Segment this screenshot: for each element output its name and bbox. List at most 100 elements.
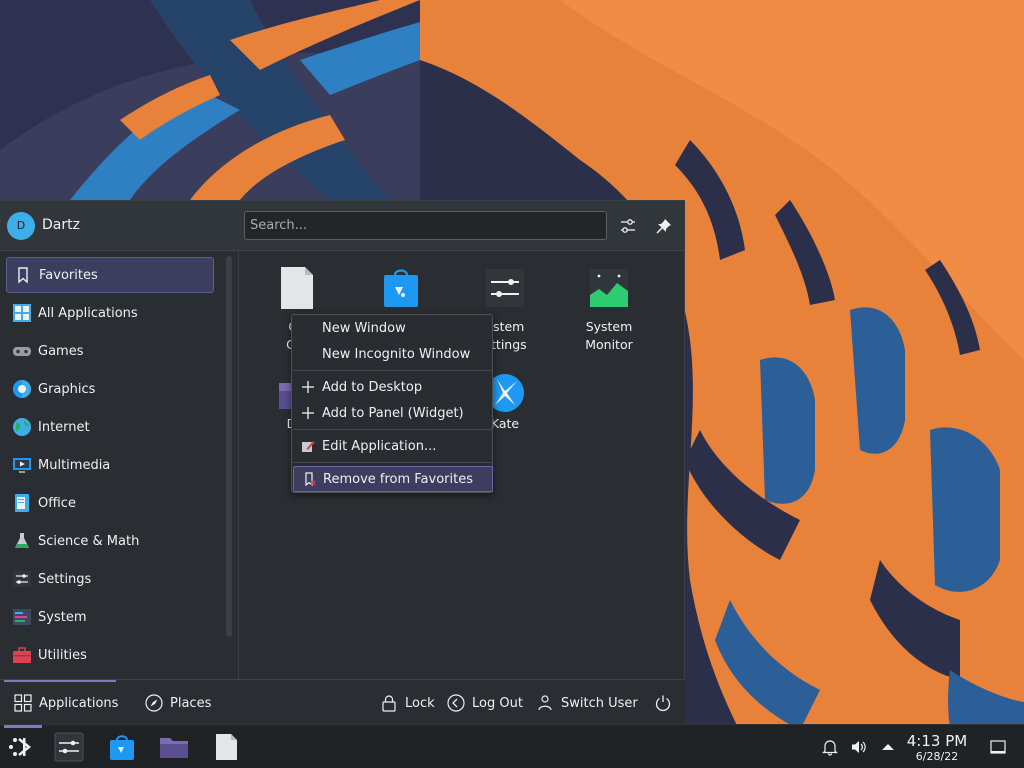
launcher-header: D Dartz [0,201,685,251]
tab-label: Applications [39,695,119,711]
app-label-line: Monitor [585,337,633,352]
application-launcher-button[interactable] [6,731,38,763]
menu-item-label: Remove from Favorites [323,471,473,487]
folder-icon [160,738,188,758]
tab-places[interactable]: Places [145,692,211,714]
search-input[interactable] [244,211,607,240]
menu-item-new-incognito-window[interactable]: New Incognito Window [293,341,493,367]
lock-button[interactable]: Lock [380,692,435,714]
document-icon [277,265,317,311]
sidebar-item-label: Settings [38,571,92,587]
system-monitor-icon [589,265,629,311]
document-icon [216,734,237,760]
taskbar-system-settings[interactable] [53,731,85,763]
sidebar-scrollbar[interactable] [226,256,232,637]
menu-separator [293,370,493,371]
menu-item-new-window[interactable]: New Window [293,315,493,341]
multimedia-icon [11,454,33,476]
taskbar-document[interactable] [210,731,242,763]
taskbar-file-manager[interactable] [158,731,190,763]
sidebar-item-label: Office [38,495,76,511]
avatar[interactable]: D [7,212,35,240]
expand-up-icon [882,744,894,750]
switch-user-button[interactable]: Switch User [536,692,638,714]
volume-icon [852,741,866,753]
sidebar-item-settings[interactable]: Settings [6,561,214,597]
remove-icon [294,472,323,486]
sidebar-item-label: System [38,609,87,625]
sidebar-item-label: Graphics [38,381,96,397]
taskbar: 4:13 PM 6/28/22 [0,724,1024,768]
compass-icon [145,694,163,712]
grid-icon [14,694,32,712]
favorite-system-monitor[interactable]: System Monitor [559,251,659,352]
graphics-icon [11,378,33,400]
taskbar-discover[interactable] [106,731,138,763]
switch-user-label: Switch User [561,695,638,711]
system-icon [11,606,33,628]
sidebar-item-label: Favorites [39,267,98,283]
office-icon [11,492,33,514]
menu-separator [293,429,493,430]
menu-item-label: New Window [322,320,406,336]
sidebar-item-label: All Applications [38,305,138,321]
plus-icon [293,380,322,394]
discover-icon [110,735,134,760]
clock-date[interactable]: 6/28/22 [900,750,974,763]
menu-item-edit-application[interactable]: Edit Application... [293,433,493,459]
sidebar-item-favorites[interactable]: Favorites [6,257,214,293]
menu-item-add-to-panel[interactable]: Add to Panel (Widget) [293,400,493,426]
bookmark-icon [12,264,34,286]
user-name: Dartz [42,217,80,233]
power-icon [655,695,671,712]
flask-icon [11,530,33,552]
category-sidebar: Favorites All Applications Games Graphic… [0,251,238,679]
sidebar-item-label: Internet [38,419,90,435]
launcher-icon [9,738,32,756]
settings-icon [11,568,33,590]
pin-icon [656,219,671,234]
tab-applications[interactable]: Applications [14,692,118,714]
sidebar-item-label: Utilities [38,647,87,663]
sidebar-item-office[interactable]: Office [6,485,214,521]
sidebar-item-label: Games [38,343,84,359]
context-menu: New Window New Incognito Window Add to D… [291,314,493,493]
gamepad-icon [11,340,33,362]
clock-time[interactable]: 4:13 PM [900,732,974,750]
discover-icon [381,265,421,311]
lock-icon [382,695,396,712]
bell-icon [822,740,838,756]
system-settings-icon [485,265,525,311]
sidebar-item-games[interactable]: Games [6,333,214,369]
globe-icon [11,416,33,438]
sidebar-item-label: Science & Math [38,533,140,549]
sidebar-item-internet[interactable]: Internet [6,409,214,445]
sidebar-item-graphics[interactable]: Graphics [6,371,214,407]
sidebar-item-multimedia[interactable]: Multimedia [6,447,214,483]
pin-button[interactable] [652,214,676,238]
menu-item-label: New Incognito Window [322,346,471,362]
sidebar-item-all-applications[interactable]: All Applications [6,295,214,331]
power-button[interactable] [654,692,679,714]
menu-item-add-to-desktop[interactable]: Add to Desktop [293,374,493,400]
sidebar-item-label: Multimedia [38,457,111,473]
active-launcher-indicator [4,725,42,728]
sidebar-item-utilities[interactable]: Utilities [6,637,214,673]
launcher-footer: Applications Places Lock Log Out Switch … [0,679,685,725]
switch-user-icon [538,695,552,711]
menu-item-remove-from-favorites[interactable]: Remove from Favorites [293,466,493,492]
volume-button[interactable] [850,738,868,756]
notifications-button[interactable] [821,738,839,756]
configure-icon [621,219,635,233]
system-tray-expand-button[interactable] [879,738,897,756]
menu-item-label: Add to Panel (Widget) [322,405,464,421]
app-label-line: System [585,319,633,334]
sidebar-item-science-math[interactable]: Science & Math [6,523,214,559]
grid-icon [11,302,33,324]
menu-item-label: Edit Application... [322,438,437,454]
configure-button[interactable] [616,214,640,238]
edit-icon [293,439,322,453]
show-desktop-button[interactable] [989,738,1007,756]
sidebar-item-system[interactable]: System [6,599,214,635]
logout-button[interactable]: Log Out [447,692,523,714]
